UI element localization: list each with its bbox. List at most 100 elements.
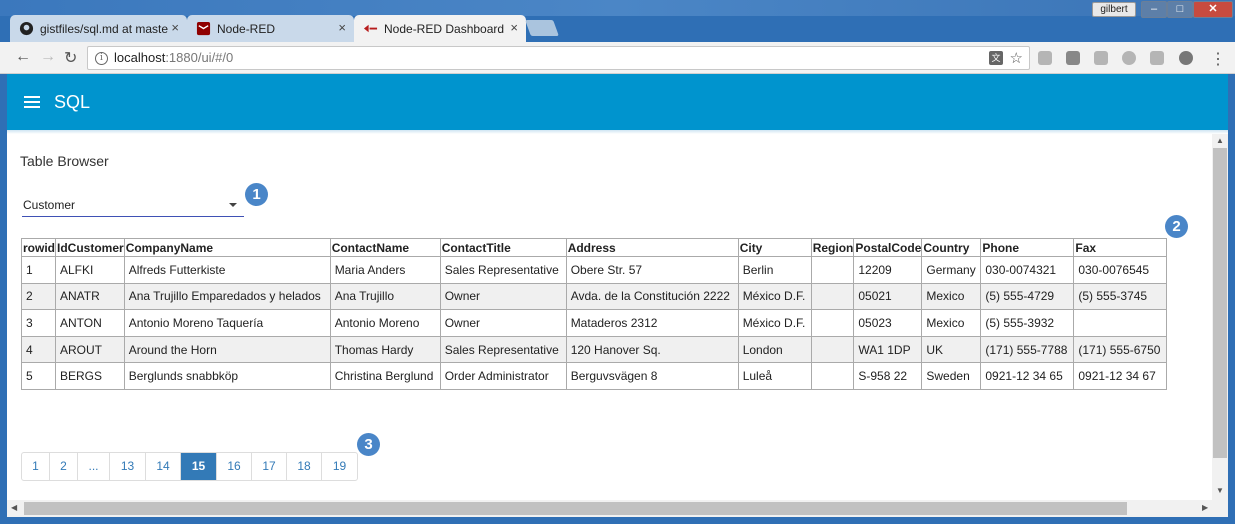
page-title: SQL	[54, 92, 91, 112]
column-header[interactable]: Fax	[1073, 238, 1168, 257]
url-host: localhost	[114, 50, 166, 65]
data-table: rowid IdCustomer CompanyName ContactName…	[21, 238, 1168, 390]
table-cell: 1	[21, 256, 56, 284]
page-button[interactable]: 13	[110, 453, 146, 480]
column-header[interactable]: Country	[921, 238, 982, 257]
node-red-dashboard-icon	[363, 24, 378, 33]
page-button[interactable]: 19	[322, 453, 357, 480]
column-header[interactable]: ContactTitle	[439, 238, 567, 257]
column-header[interactable]: Phone	[980, 238, 1075, 257]
table-cell: Thomas Hardy	[329, 335, 441, 364]
address-bar[interactable]: i localhost:1880/ui/#/0 文 ☆	[87, 46, 1030, 70]
table-cell	[810, 362, 855, 390]
tab-node-red[interactable]: Node-RED ×	[187, 15, 354, 42]
url-path: :1880/ui/#/0	[165, 50, 234, 65]
minimize-button[interactable]: –	[1141, 1, 1167, 18]
close-tab-icon[interactable]: ×	[510, 20, 518, 35]
table-cell: ALFKI	[55, 256, 125, 284]
close-tab-icon[interactable]: ×	[338, 20, 346, 35]
tab-node-red-dashboard[interactable]: Node-RED Dashboard ×	[354, 15, 526, 42]
browser-toolbar: ← → ↻ i localhost:1880/ui/#/0 文 ☆ ⋮	[0, 42, 1235, 74]
table-cell: 05023	[853, 309, 923, 337]
table-cell: Owner	[439, 309, 567, 337]
scrollbar-thumb[interactable]	[1213, 148, 1227, 458]
page-button[interactable]: 14	[146, 453, 181, 480]
table-cell: Berlin	[737, 256, 812, 284]
page-button[interactable]: 1	[22, 453, 50, 480]
column-header[interactable]: CompanyName	[123, 238, 331, 257]
pagination: 1 2 ... 13 14 15 16 17 18 19	[21, 452, 358, 481]
horizontal-scrollbar[interactable]: ◀ ▶	[7, 500, 1228, 517]
new-tab-button[interactable]	[525, 20, 559, 36]
page-button[interactable]: 2	[50, 453, 78, 480]
table-cell: 4	[21, 335, 56, 364]
page-button[interactable]: 16	[217, 453, 252, 480]
table-cell: Mexico	[921, 309, 982, 337]
extension-icon[interactable]	[1066, 51, 1080, 65]
table-cell: Germany	[921, 256, 982, 284]
table-cell: Sweden	[921, 362, 982, 390]
table-cell: (5) 555-3745	[1073, 282, 1168, 311]
scroll-left-icon[interactable]: ◀	[11, 503, 17, 512]
column-header[interactable]: City	[737, 238, 812, 257]
dropdown-value: Customer	[23, 198, 76, 212]
extension-icon[interactable]	[1094, 51, 1108, 65]
info-icon[interactable]: i	[95, 52, 108, 65]
scroll-right-icon[interactable]: ▶	[1202, 503, 1208, 512]
maximize-button[interactable]: □	[1167, 1, 1193, 18]
profile-badge[interactable]: gilbert	[1092, 2, 1136, 17]
extension-icon[interactable]	[1038, 51, 1052, 65]
scroll-up-icon[interactable]: ▲	[1216, 136, 1224, 145]
close-tab-icon[interactable]: ×	[171, 20, 179, 35]
table-cell	[810, 282, 855, 311]
forward-arrow-icon[interactable]: →	[40, 48, 56, 66]
table-cell: 5	[21, 362, 56, 390]
table-cell	[810, 335, 855, 364]
vertical-scrollbar[interactable]: ▲ ▼	[1212, 134, 1228, 500]
page-button[interactable]: 18	[287, 453, 322, 480]
table-cell: UK	[921, 335, 982, 364]
table-cell	[810, 309, 855, 337]
table-cell: México D.F.	[737, 282, 812, 311]
scrollbar-thumb[interactable]	[24, 502, 1127, 515]
column-header[interactable]: Address	[565, 238, 739, 257]
table-cell: Avda. de la Constitución 2222	[565, 282, 739, 311]
browser-titlebar: gistfiles/sql.md at maste × Node-RED × N…	[0, 0, 1235, 42]
table-cell: 3	[21, 309, 56, 337]
tab-gistfiles[interactable]: gistfiles/sql.md at maste ×	[10, 15, 187, 42]
menu-icon[interactable]	[24, 96, 40, 108]
table-cell: London	[737, 335, 812, 364]
translate-icon[interactable]: 文	[989, 51, 1003, 65]
dashboard-content: Table Browser Customer 1 2 rowid IdCusto…	[7, 134, 1212, 500]
table-row: 4 AROUT Around the Horn Thomas Hardy Sal…	[21, 335, 1168, 364]
table-row: 5 BERGS Berglunds snabbköp Christina Ber…	[21, 362, 1168, 390]
bookmark-star-icon[interactable]: ☆	[1010, 49, 1023, 67]
table-cell: Luleå	[737, 362, 812, 390]
taskbar-blur	[0, 0, 1235, 16]
close-window-button[interactable]: ✕	[1193, 1, 1233, 18]
column-header[interactable]: PostalCode	[853, 238, 923, 257]
page-button[interactable]: 17	[252, 453, 287, 480]
browser-menu-icon[interactable]: ⋮	[1210, 49, 1226, 69]
scroll-down-icon[interactable]: ▼	[1216, 486, 1224, 495]
extension-icon[interactable]	[1122, 51, 1136, 65]
table-cell: (171) 555-6750	[1073, 335, 1168, 364]
extension-icon[interactable]	[1150, 51, 1164, 65]
window-frame	[0, 74, 7, 524]
reload-icon[interactable]: ↻	[64, 48, 77, 68]
column-header[interactable]: rowid	[21, 238, 56, 257]
column-header[interactable]: IdCustomer	[55, 238, 125, 257]
page-button-active[interactable]: 15	[181, 453, 217, 480]
tab-label: Node-RED Dashboard	[384, 22, 505, 36]
tab-label: Node-RED	[217, 22, 276, 36]
table-cell	[1073, 309, 1168, 337]
table-cell: Sales Representative	[439, 256, 567, 284]
extension-icon[interactable]	[1179, 51, 1193, 65]
table-cell: 030-0074321	[980, 256, 1075, 284]
table-dropdown[interactable]: Customer	[22, 192, 244, 217]
table-row: 1 ALFKI Alfreds Futterkiste Maria Anders…	[21, 256, 1168, 284]
table-cell: 0921-12 34 67	[1073, 362, 1168, 390]
column-header[interactable]: ContactName	[329, 238, 441, 257]
column-header[interactable]: Region	[810, 238, 855, 257]
back-arrow-icon[interactable]: ←	[15, 48, 31, 66]
